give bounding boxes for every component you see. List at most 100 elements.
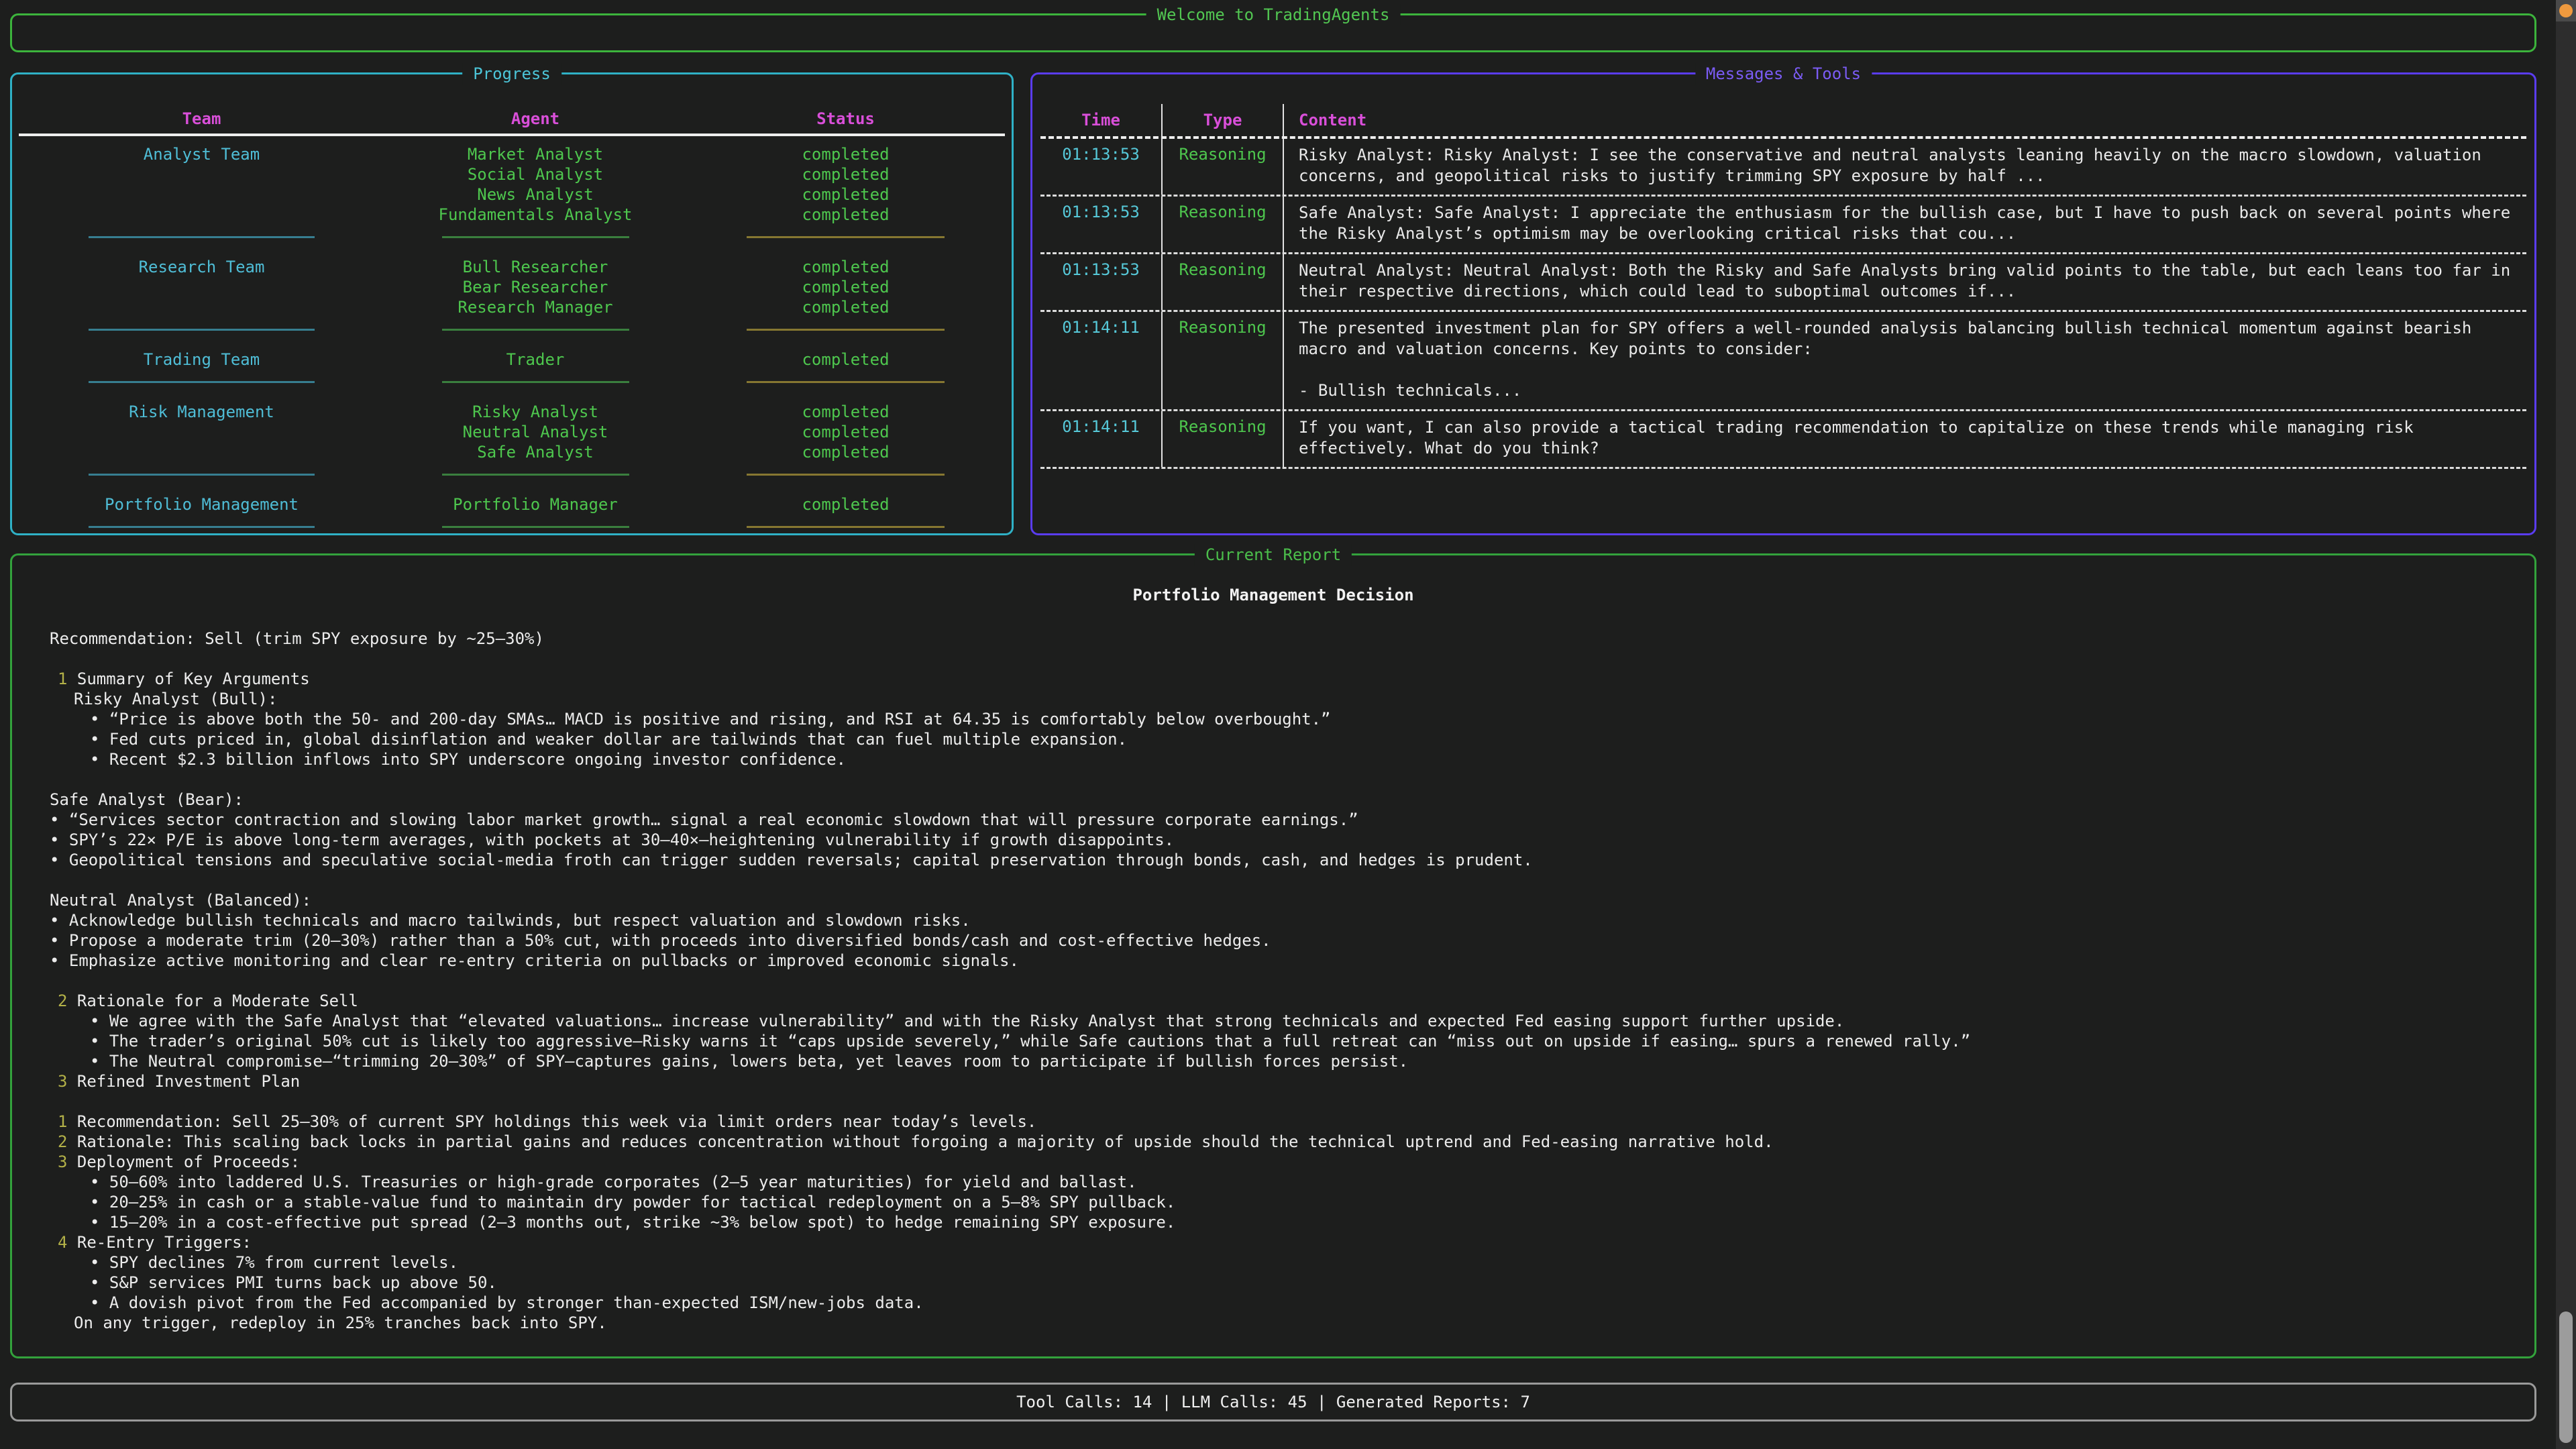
message-content: Neutral Analyst: Neutral Analyst: Both t… — [1284, 254, 2526, 310]
status-separator-line — [747, 526, 945, 528]
bullet-marker: • — [50, 810, 69, 829]
current-report-panel: Current Report Portfolio Management Deci… — [10, 553, 2536, 1358]
report-numbered-item: 3 Refined Investment Plan — [50, 1071, 2534, 1091]
report-bullet-item: • 20–25% in cash or a stable-value fund … — [50, 1192, 2534, 1212]
list-number: 3 — [58, 1152, 77, 1171]
report-bullet-item: • S&P services PMI turns back up above 5… — [50, 1273, 2534, 1293]
bullet-marker: • — [90, 730, 109, 749]
report-bullet-item: • Geopolitical tensions and speculative … — [50, 850, 2534, 870]
bullet-marker: • — [50, 851, 69, 869]
status-list: completedcompletedcompleted — [686, 257, 1005, 317]
agent-list: Trader — [384, 350, 686, 370]
report-text-line: On any trigger, redeploy in 25% tranches… — [50, 1313, 2534, 1333]
agent-status: completed — [686, 350, 1005, 370]
report-numbered-item: 2 Rationale: This scaling back locks in … — [50, 1132, 2534, 1152]
status-separator-line — [747, 236, 945, 238]
message-type: Reasoning — [1163, 254, 1284, 310]
report-blank-line — [50, 870, 2534, 890]
report-numbered-item: 2 Rationale for a Moderate Sell — [50, 991, 2534, 1011]
progress-team-group: Analyst Team Market AnalystSocial Analys… — [19, 136, 1005, 225]
agent-name: Bear Researcher — [384, 277, 686, 297]
report-heading: Portfolio Management Decision — [12, 586, 2534, 604]
status-separator-line — [747, 381, 945, 383]
messages-panel-title: Messages & Tools — [1695, 63, 1872, 85]
message-type: Reasoning — [1163, 197, 1284, 252]
bullet-marker: • — [90, 1293, 109, 1312]
agent-status: completed — [686, 442, 1005, 462]
scroll-indicator-dot-icon — [2559, 4, 2573, 17]
message-content: If you want, I can also provide a tactic… — [1284, 411, 2526, 467]
list-number: 2 — [58, 991, 77, 1010]
report-bullet-item: • “Price is above both the 50- and 200-d… — [50, 709, 2534, 729]
report-bullet-item: • We agree with the Safe Analyst that “e… — [50, 1011, 2534, 1031]
status-separator-line — [747, 474, 945, 476]
progress-panel-title: Progress — [462, 63, 561, 85]
scrollbar-top-box — [2556, 0, 2576, 21]
agent-status: completed — [686, 297, 1005, 317]
status-list: completedcompletedcompleted — [686, 402, 1005, 462]
agent-name: Market Analyst — [384, 144, 686, 164]
agent-status: completed — [686, 184, 1005, 205]
messages-table: Time Type Content 01:13:53 Reasoning Ris… — [1040, 104, 2526, 469]
message-row: 01:14:11 Reasoning The presented investm… — [1040, 312, 2526, 411]
agent-list: Market AnalystSocial AnalystNews Analyst… — [384, 144, 686, 225]
bullet-marker: • — [50, 830, 69, 849]
agent-name: Bull Researcher — [384, 257, 686, 277]
agent-name: Portfolio Manager — [384, 494, 686, 515]
progress-table-header: Team Agent Status — [19, 104, 1005, 136]
report-bullet-item: • The trader’s original 50% cut is likel… — [50, 1031, 2534, 1051]
progress-group-separator — [19, 225, 1005, 249]
progress-group-separator — [19, 317, 1005, 341]
scrollbar-track[interactable] — [2556, 0, 2576, 1449]
report-bullet-item: • Acknowledge bullish technicals and mac… — [50, 910, 2534, 930]
report-bullet-item: • 15–20% in a cost-effective put spread … — [50, 1212, 2534, 1232]
main-row: Progress Team Agent Status Analyst Team … — [10, 72, 2536, 535]
list-number: 3 — [58, 1072, 77, 1091]
progress-group-separator — [19, 462, 1005, 486]
agent-status: completed — [686, 144, 1005, 164]
bullet-marker: • — [90, 1273, 109, 1292]
agent-status: completed — [686, 257, 1005, 277]
messages-panel: Messages & Tools Time Type Content 01:13… — [1030, 72, 2536, 535]
column-header-time: Time — [1040, 104, 1163, 136]
team-name: Portfolio Management — [19, 494, 384, 515]
agent-separator-line — [442, 236, 629, 238]
scrollbar-thumb[interactable] — [2559, 1311, 2573, 1443]
stats-text: Tool Calls: 14 | LLM Calls: 45 | Generat… — [1016, 1393, 1530, 1411]
message-time: 01:14:11 — [1040, 312, 1163, 409]
report-bullet-item: • The Neutral compromise—“trimming 20–30… — [50, 1051, 2534, 1071]
report-bullet-item: • A dovish pivot from the Fed accompanie… — [50, 1293, 2534, 1313]
agent-status: completed — [686, 277, 1005, 297]
progress-team-group: Trading Team Trader completed — [19, 341, 1005, 370]
list-number: 1 — [58, 669, 77, 688]
team-name: Trading Team — [19, 350, 384, 370]
column-header-type: Type — [1163, 104, 1284, 136]
progress-table-body: Analyst Team Market AnalystSocial Analys… — [19, 136, 1005, 539]
stats-bar: Tool Calls: 14 | LLM Calls: 45 | Generat… — [10, 1383, 2536, 1421]
team-separator-line — [89, 381, 315, 383]
bullet-marker: • — [90, 1052, 109, 1071]
report-numbered-item: 1 Recommendation: Sell 25–30% of current… — [50, 1112, 2534, 1132]
report-numbered-item: 4 Re-Entry Triggers: — [50, 1232, 2534, 1252]
welcome-title: Welcome to TradingAgents — [1146, 4, 1401, 25]
column-header-status: Status — [686, 109, 1005, 128]
bullet-marker: • — [90, 1193, 109, 1212]
status-separator-line — [747, 329, 945, 331]
message-content: Risky Analyst: Risky Analyst: I see the … — [1284, 139, 2526, 195]
team-name: Analyst Team — [19, 144, 384, 225]
bullet-marker: • — [90, 1012, 109, 1030]
progress-panel: Progress Team Agent Status Analyst Team … — [10, 72, 1014, 535]
team-separator-line — [89, 526, 315, 528]
progress-team-group: Portfolio Management Portfolio Manager c… — [19, 486, 1005, 515]
agent-list: Risky AnalystNeutral AnalystSafe Analyst — [384, 402, 686, 462]
agent-name: Risky Analyst — [384, 402, 686, 422]
messages-table-header: Time Type Content — [1040, 104, 2526, 139]
message-time: 01:13:53 — [1040, 139, 1163, 195]
team-separator-line — [89, 474, 315, 476]
agent-status: completed — [686, 164, 1005, 184]
column-header-team: Team — [19, 109, 384, 128]
team-name: Research Team — [19, 257, 384, 317]
message-time: 01:13:53 — [1040, 254, 1163, 310]
bullet-marker: • — [90, 710, 109, 729]
report-blank-line — [50, 971, 2534, 991]
